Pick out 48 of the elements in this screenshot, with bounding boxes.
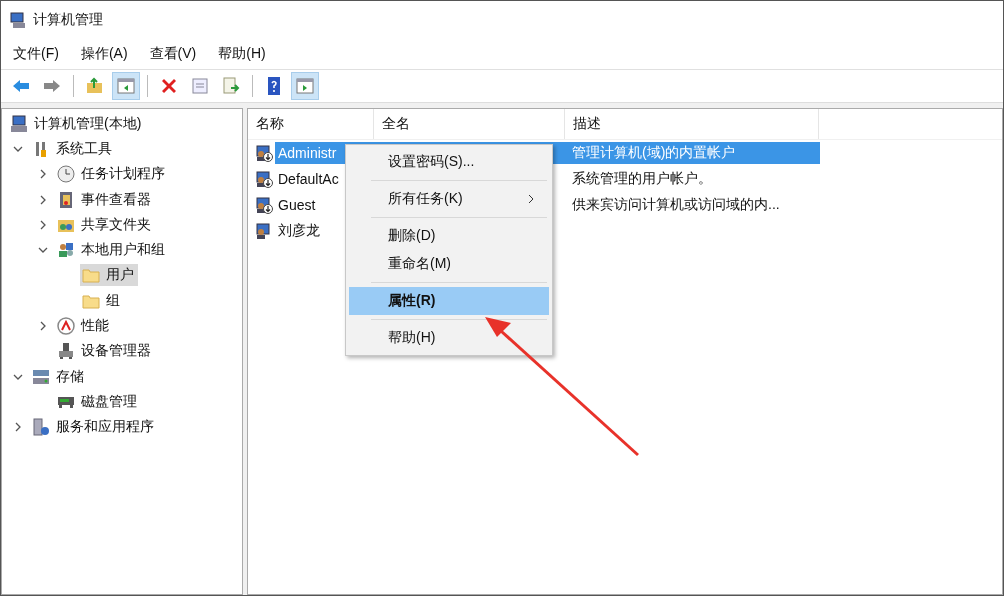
expand-chevron-icon[interactable] — [38, 219, 48, 230]
context-menu-item[interactable]: 所有任务(K) — [349, 185, 549, 213]
tree-item[interactable]: 任务计划程序 — [55, 163, 169, 186]
pane-icon — [295, 76, 315, 96]
storage-icon — [32, 367, 50, 386]
device-icon — [57, 342, 75, 361]
tree-item[interactable]: 组 — [80, 289, 124, 312]
expand-chevron-icon[interactable] — [13, 422, 23, 433]
pane-icon — [116, 76, 136, 96]
column-header[interactable]: 全名 — [374, 109, 565, 139]
folder-icon — [82, 266, 100, 285]
action-pane-button[interactable] — [291, 72, 319, 100]
context-menu-item[interactable]: 重命名(M) — [349, 250, 549, 278]
tree-item[interactable]: 性能 — [55, 315, 113, 337]
column-header[interactable]: 描述 — [565, 109, 819, 139]
menu-item[interactable]: 查看(V) — [149, 45, 197, 63]
tree-item[interactable]: 存储 — [30, 365, 88, 388]
menu-item[interactable]: 操作(A) — [80, 45, 128, 63]
export-icon — [221, 76, 241, 96]
users-icon — [57, 241, 75, 260]
tree-item[interactable]: 系统工具 — [30, 137, 116, 160]
menu-item[interactable]: 帮助(H) — [218, 45, 266, 63]
clock-icon — [57, 165, 75, 184]
tree-item[interactable]: 磁盘管理 — [55, 390, 141, 413]
expand-chevron-icon[interactable] — [38, 169, 48, 180]
services-icon — [32, 418, 50, 437]
document-icon — [190, 76, 210, 96]
tree-item[interactable]: 服务和应用程序 — [30, 416, 158, 439]
tree-item[interactable]: 用户 — [80, 264, 138, 287]
context-menu-item[interactable]: 帮助(H) — [349, 324, 549, 352]
context-menu-item[interactable]: 删除(D) — [349, 222, 549, 250]
computer-icon — [10, 114, 28, 133]
menu-item[interactable]: 文件(F) — [13, 45, 59, 63]
gauge-icon — [57, 317, 75, 335]
tree-item[interactable]: 共享文件夹 — [55, 213, 155, 236]
computer-icon — [9, 11, 27, 29]
expand-chevron-icon[interactable] — [38, 321, 48, 331]
event-log-icon — [57, 190, 75, 209]
context-menu-item[interactable]: 属性(R) — [349, 287, 549, 315]
tree-item[interactable]: 本地用户和组 — [55, 239, 169, 262]
column-header[interactable]: 名称 — [248, 109, 374, 139]
tree-item[interactable]: 设备管理器 — [55, 340, 155, 363]
folder-up-icon — [85, 76, 105, 96]
expand-chevron-icon[interactable] — [38, 194, 48, 205]
tree-item[interactable]: 计算机管理(本地) — [8, 112, 146, 135]
console-tree-button[interactable] — [112, 72, 140, 100]
tree-item[interactable]: 事件查看器 — [55, 188, 155, 211]
window-title: 计算机管理 — [33, 11, 103, 29]
